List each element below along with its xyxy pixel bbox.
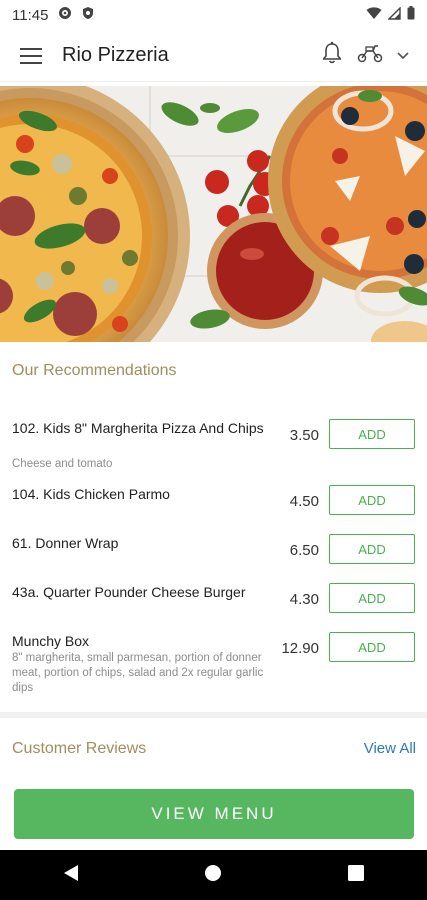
- recents-icon[interactable]: [348, 864, 365, 886]
- system-nav-bar: [0, 850, 427, 900]
- item-price: 4.30: [289, 591, 319, 608]
- recommendations-title: Our Recommendations: [12, 362, 177, 379]
- item-description: Cheese and tomato: [12, 458, 113, 470]
- shield-icon: [82, 6, 94, 24]
- item-name: 104. Kids Chicken Parmo: [12, 486, 170, 502]
- add-button[interactable]: ADD: [329, 534, 415, 564]
- signal-icon: [387, 5, 401, 24]
- back-icon[interactable]: [63, 864, 79, 887]
- item-price: 12.90: [281, 640, 319, 657]
- view-all-link[interactable]: View All: [364, 740, 416, 757]
- battery-icon: [407, 6, 415, 24]
- item-name: 43a. Quarter Pounder Cheese Burger: [12, 584, 246, 600]
- item-name: 102. Kids 8" Margherita Pizza And Chips: [12, 420, 264, 436]
- item-price: 3.50: [289, 427, 319, 444]
- settings-icon: [58, 6, 72, 24]
- add-button[interactable]: ADD: [329, 583, 415, 613]
- chevron-down-icon[interactable]: [397, 47, 409, 65]
- home-icon[interactable]: [204, 864, 222, 887]
- add-button[interactable]: ADD: [329, 485, 415, 515]
- hero-image: [0, 86, 427, 342]
- bell-icon[interactable]: [321, 41, 343, 70]
- item-price: 6.50: [289, 542, 319, 559]
- view-menu-button[interactable]: VIEW MENU: [14, 789, 414, 839]
- item-description: 8" margherita, small parmesan, portion o…: [12, 652, 264, 694]
- item-price: 4.50: [289, 493, 319, 510]
- add-button[interactable]: ADD: [329, 632, 415, 662]
- item-name: Munchy Box: [12, 633, 90, 649]
- status-time: 11:45: [12, 6, 49, 24]
- wifi-icon: [366, 6, 382, 24]
- item-name: 61. Donner Wrap: [12, 535, 119, 551]
- reviews-title: Customer Reviews: [12, 740, 147, 757]
- section-divider: [0, 712, 427, 718]
- app-bar: Rio Pizzeria: [0, 30, 427, 82]
- page-title: Rio Pizzeria: [62, 44, 169, 66]
- add-button[interactable]: ADD: [329, 419, 415, 449]
- status-bar: 11:45: [0, 0, 427, 30]
- scooter-icon[interactable]: [357, 43, 383, 68]
- menu-icon[interactable]: [20, 47, 42, 64]
